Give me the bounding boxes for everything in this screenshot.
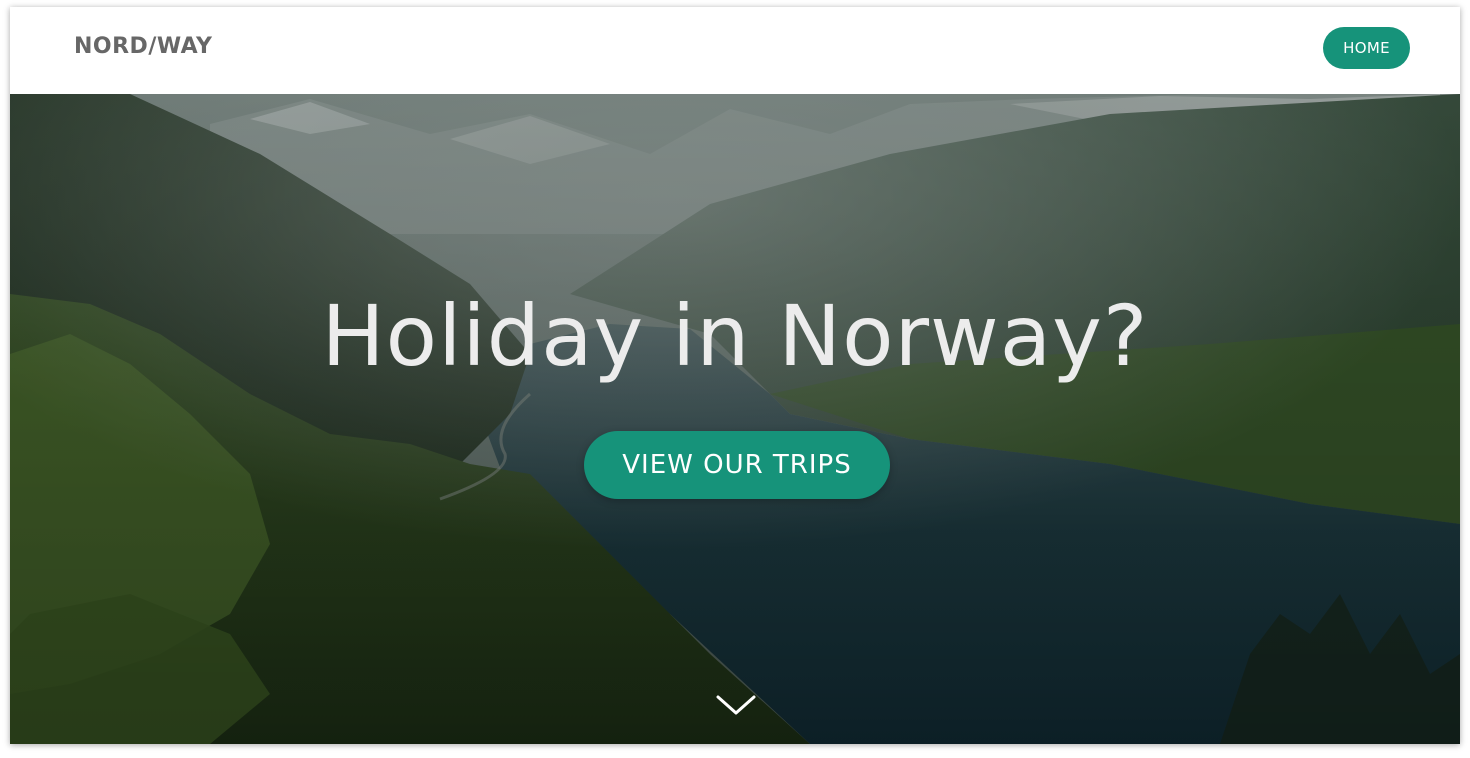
chevron-down-icon[interactable] bbox=[714, 691, 758, 719]
brand-logo[interactable]: NORD/WAY bbox=[74, 34, 212, 59]
view-trips-button[interactable]: VIEW OUR TRIPS bbox=[584, 431, 890, 499]
browser-page: NORD/WAY HOME Holiday in Norway? VIEW OU… bbox=[10, 7, 1460, 744]
hero-section: Holiday in Norway? VIEW OUR TRIPS bbox=[10, 94, 1460, 744]
hero-background-image bbox=[10, 94, 1460, 744]
hero-title: Holiday in Norway? bbox=[321, 287, 1149, 385]
navbar: NORD/WAY HOME bbox=[10, 7, 1460, 94]
nav-home-button[interactable]: HOME bbox=[1323, 27, 1410, 69]
